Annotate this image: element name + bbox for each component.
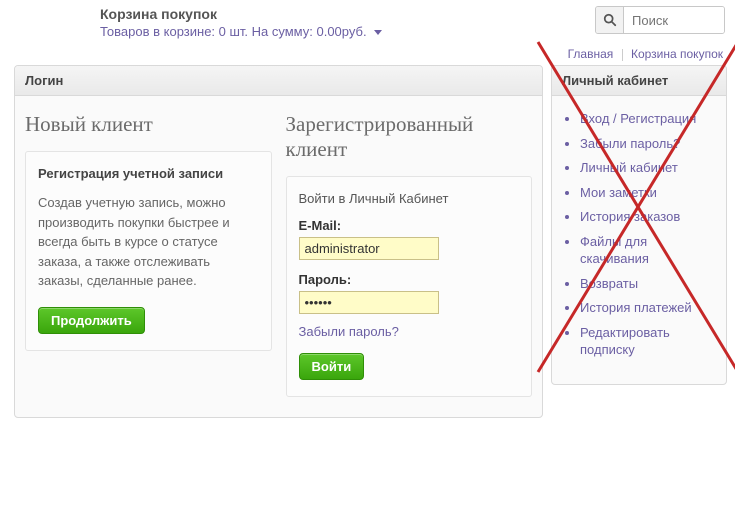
forgot-password-link[interactable]: Забыли пароль? xyxy=(299,324,399,339)
sidebar-item-returns[interactable]: Возвраты xyxy=(580,275,716,293)
login-box: Войти в Личный Кабинет E-Mail: Пароль: З… xyxy=(286,176,533,397)
login-button[interactable]: Войти xyxy=(299,353,365,380)
breadcrumb-separator xyxy=(622,49,623,61)
password-field[interactable] xyxy=(299,291,439,314)
breadcrumb-home[interactable]: Главная xyxy=(568,47,614,61)
new-customer-heading: Новый клиент xyxy=(25,112,272,137)
search-input[interactable] xyxy=(624,7,724,33)
new-customer-column: Новый клиент Регистрация учетной записи … xyxy=(25,112,272,397)
login-intro: Войти в Личный Кабинет xyxy=(299,191,520,206)
breadcrumb-cart[interactable]: Корзина покупок xyxy=(631,47,723,61)
sidebar-item-orders[interactable]: История заказов xyxy=(580,208,716,226)
cart-block: Корзина покупок Товаров в корзине: 0 шт.… xyxy=(100,6,595,39)
register-box-text: Создав учетную запись, можно производить… xyxy=(38,193,259,291)
chevron-down-icon xyxy=(374,30,382,35)
search-box xyxy=(595,6,725,34)
email-field[interactable] xyxy=(299,237,439,260)
sidebar-item-forgot[interactable]: Забыли пароль? xyxy=(580,135,716,153)
continue-button[interactable]: Продолжить xyxy=(38,307,145,334)
returning-heading: Зарегистрированный клиент xyxy=(286,112,533,162)
register-box: Регистрация учетной записи Создав учетну… xyxy=(25,151,272,351)
search-icon xyxy=(603,13,617,27)
cart-summary-text: Товаров в корзине: 0 шт. На сумму: 0.00р… xyxy=(100,24,367,39)
search-button[interactable] xyxy=(596,7,624,33)
sidebar-item-account[interactable]: Личный кабинет xyxy=(580,159,716,177)
breadcrumb: Главная Корзина покупок xyxy=(0,41,735,65)
sidebar-item-notes[interactable]: Мои заметки xyxy=(580,184,716,202)
returning-customer-column: Зарегистрированный клиент Войти в Личный… xyxy=(286,112,533,397)
register-box-title: Регистрация учетной записи xyxy=(38,166,259,181)
account-sidebar-list: Вход / Регистрация Забыли пароль? Личный… xyxy=(552,96,726,384)
sidebar-item-login[interactable]: Вход / Регистрация xyxy=(580,110,716,128)
login-panel: Логин Новый клиент Регистрация учетной з… xyxy=(14,65,543,418)
sidebar-item-downloads[interactable]: Файлы для скачивания xyxy=(580,233,716,268)
account-sidebar-header: Личный кабинет xyxy=(552,66,726,96)
login-panel-header: Логин xyxy=(15,66,542,96)
email-label: E-Mail: xyxy=(299,218,520,233)
sidebar-item-payments[interactable]: История платежей xyxy=(580,299,716,317)
cart-title: Корзина покупок xyxy=(100,6,595,22)
account-sidebar: Личный кабинет Вход / Регистрация Забыли… xyxy=(551,65,727,385)
cart-summary[interactable]: Товаров в корзине: 0 шт. На сумму: 0.00р… xyxy=(100,24,595,39)
sidebar-item-subscribe[interactable]: Редактировать подписку xyxy=(580,324,716,359)
password-label: Пароль: xyxy=(299,272,520,287)
